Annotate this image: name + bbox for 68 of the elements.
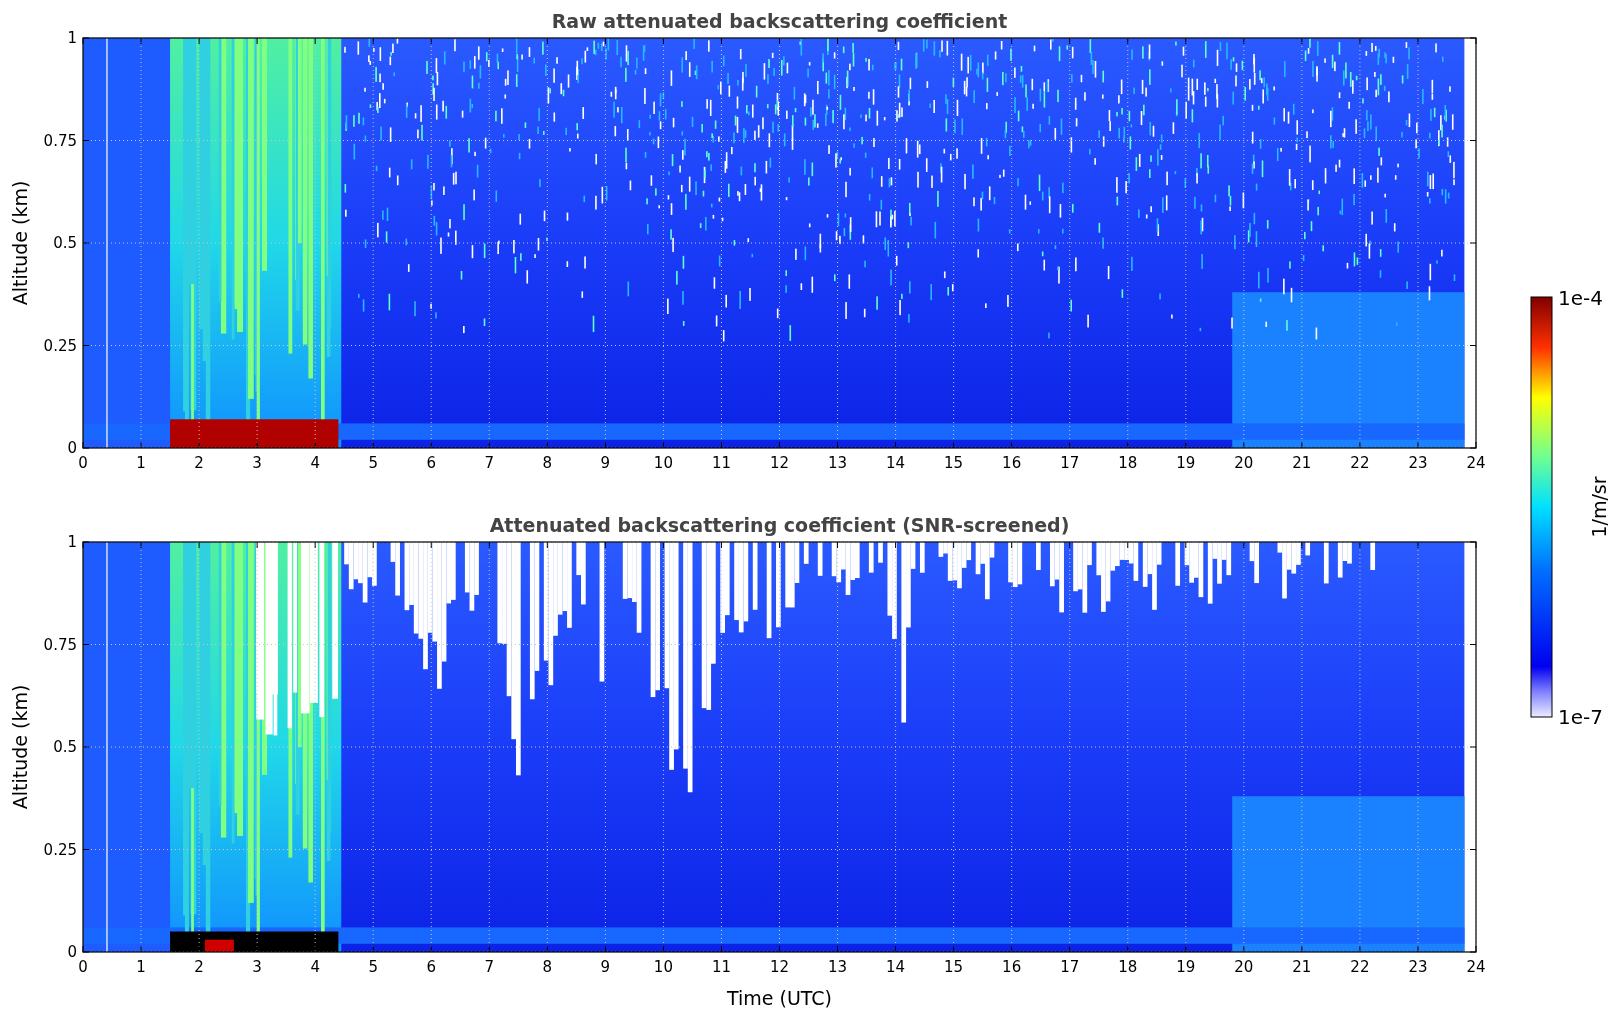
axis-tick-label: 0.5 bbox=[53, 234, 77, 252]
axis-tick-label: 2 bbox=[194, 454, 204, 472]
axis-label: Altitude (km) bbox=[9, 180, 31, 306]
axis-tick-label: 14 bbox=[886, 958, 906, 976]
axis-tick-label: 18 bbox=[1118, 454, 1138, 472]
axis-tick-label: 16 bbox=[1002, 454, 1022, 472]
axis-tick-label: 15 bbox=[944, 958, 964, 976]
axis-tick-label: 8 bbox=[542, 958, 553, 976]
axis-label: Altitude (km) bbox=[9, 684, 31, 810]
axis-tick-label: 0 bbox=[78, 958, 88, 976]
axis-tick-label: 9 bbox=[600, 454, 611, 472]
axis-tick-label: 15 bbox=[944, 454, 964, 472]
axis-tick-label: 5 bbox=[368, 958, 378, 976]
axis-tick-label: 4 bbox=[310, 454, 320, 472]
axis-tick-label: 0 bbox=[67, 943, 77, 961]
colorbar-min-label: 1e-7 bbox=[1558, 705, 1603, 729]
axis-tick-label: 3 bbox=[252, 958, 262, 976]
axis-tick-label: 19 bbox=[1176, 454, 1196, 472]
chart-title: Attenuated backscattering coefficient (SNR-screened) bbox=[489, 514, 1070, 536]
axis-tick-label: 1 bbox=[67, 29, 77, 47]
axis-tick-label: 10 bbox=[653, 958, 673, 976]
axis-tick-label: 11 bbox=[711, 958, 731, 976]
axis-tick-label: 6 bbox=[426, 958, 436, 976]
axis-tick-label: 0.75 bbox=[43, 635, 77, 654]
axis-tick-label: 12 bbox=[769, 958, 790, 976]
axis-tick-label: 12 bbox=[769, 454, 790, 472]
axis-tick-label: 10 bbox=[653, 454, 673, 472]
axis-tick-label: 17 bbox=[1060, 958, 1080, 976]
axis-label: Time (UTC) bbox=[727, 987, 832, 1009]
axis-tick-label: 1 bbox=[136, 958, 146, 976]
axis-tick-label: 13 bbox=[828, 958, 848, 976]
axis-tick-label: 0.75 bbox=[43, 131, 77, 150]
axis-tick-label: 19 bbox=[1176, 958, 1196, 976]
axis-tick-label: 21 bbox=[1292, 958, 1312, 976]
chart-title: Raw attenuated backscattering coefficient bbox=[551, 10, 1008, 32]
axis-tick-label: 24 bbox=[1466, 454, 1486, 472]
axis-tick-label: 22 bbox=[1350, 958, 1370, 976]
axis-tick-label: 11 bbox=[711, 454, 731, 472]
axis-tick-label: 20 bbox=[1234, 958, 1254, 976]
axis-tick-label: 8 bbox=[542, 454, 553, 472]
axis-tick-label: 24 bbox=[1466, 958, 1486, 976]
axis-tick-label: 23 bbox=[1408, 454, 1428, 472]
axis-tick-label: 7 bbox=[484, 958, 495, 976]
axis-tick-label: 3 bbox=[252, 454, 262, 472]
axis-tick-label: 21 bbox=[1292, 454, 1312, 472]
axis-tick-label: 5 bbox=[368, 454, 378, 472]
axis-tick-label: 17 bbox=[1060, 454, 1080, 472]
axis-tick-label: 6 bbox=[426, 454, 436, 472]
axis-tick-label: 23 bbox=[1408, 958, 1428, 976]
axis-tick-label: 14 bbox=[886, 454, 906, 472]
axis-tick-label: 20 bbox=[1234, 454, 1254, 472]
axis-tick-label: 4 bbox=[310, 958, 320, 976]
axis-tick-label: 0.5 bbox=[53, 738, 77, 756]
colorbar-label: 1/m/sr bbox=[1588, 476, 1610, 538]
axis-tick-label: 18 bbox=[1118, 958, 1138, 976]
axis-tick-label: 0 bbox=[67, 439, 77, 457]
axis-tick-label: 22 bbox=[1350, 454, 1370, 472]
axis-tick-label: 13 bbox=[828, 454, 848, 472]
colorbar-max-label: 1e-4 bbox=[1558, 286, 1603, 310]
axis-tick-label: 0.25 bbox=[43, 336, 77, 355]
axis-tick-label: 7 bbox=[484, 454, 495, 472]
axis-tick-label: 2 bbox=[194, 958, 204, 976]
axis-tick-label: 1 bbox=[136, 454, 146, 472]
axis-tick-label: 0.25 bbox=[43, 840, 77, 859]
axis-tick-label: 0 bbox=[78, 454, 88, 472]
axis-tick-label: 1 bbox=[67, 533, 77, 551]
axis-tick-label: 16 bbox=[1002, 958, 1022, 976]
axis-tick-label: 9 bbox=[600, 958, 611, 976]
